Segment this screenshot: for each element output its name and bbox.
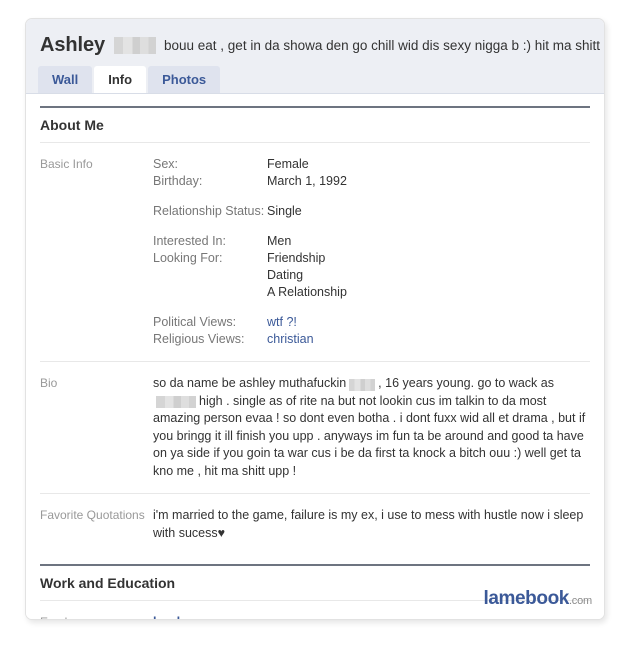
employer-name-link[interactable]: hardees	[153, 614, 590, 619]
profile-body: About Me Basic Info Sex: Female Birthday…	[26, 106, 604, 619]
field-label-relationship-status: Relationship Status:	[153, 204, 265, 218]
field-value-looking-for: Friendship	[267, 251, 326, 265]
field-label-looking-for: Looking For:	[153, 251, 223, 265]
field-value-looking-for-relationship: A Relationship	[267, 285, 347, 299]
row-label-favorite-quotations: Favorite Quotations	[40, 508, 145, 522]
field-birthday: Birthday: March 1, 1992	[153, 173, 590, 190]
bio-text: so da name be ashley muthafuckin , 16 yea…	[153, 375, 590, 480]
tab-photos[interactable]: Photos	[148, 66, 221, 93]
bio-text-part-1: so da name be ashley muthafuckin	[153, 376, 347, 390]
field-label-birthday: Birthday:	[153, 174, 203, 188]
profile-card: Ashley bouu eat , get in da showa den go…	[25, 18, 605, 620]
basic-info-fields: Sex: Female Birthday: March 1, 1992 Rela…	[153, 156, 590, 348]
tab-row: Wall Info Photos	[38, 66, 222, 93]
row-label-employers: Employers	[40, 614, 153, 619]
identity-line: Ashley bouu eat , get in da showa den go…	[26, 31, 604, 59]
field-value-interested-in: Men	[267, 234, 292, 248]
info-row-favorite-quotations: Favorite Quotations i'm married to the g…	[40, 493, 590, 555]
info-row-basic-info: Basic Info Sex: Female Birthday: March 1…	[40, 142, 590, 361]
field-label-sex: Sex:	[153, 157, 179, 171]
watermark-brand: lamebook	[483, 588, 569, 609]
row-label-basic-info: Basic Info	[40, 157, 93, 171]
employers-content: hardees front line	[153, 614, 590, 619]
field-sex: Sex: Female	[153, 156, 590, 173]
field-label-political-views: Political Views:	[153, 315, 237, 329]
profile-header: Ashley bouu eat , get in da showa den go…	[26, 19, 604, 94]
field-label-religious-views: Religious Views:	[153, 332, 245, 346]
field-relationship-status: Relationship Status: Single	[153, 203, 590, 220]
field-interested-in: Interested In: Men	[153, 233, 590, 250]
favorite-quotations-text: i'm married to the game, failure is my e…	[153, 508, 584, 540]
field-label-interested-in: Interested In:	[153, 234, 226, 248]
bio-content: so da name be ashley muthafuckin , 16 yea…	[153, 375, 590, 480]
tab-info[interactable]: Info	[94, 66, 147, 93]
row-label-bio: Bio	[40, 376, 58, 390]
bio-text-part-2: , 16 years young. go to wack as	[378, 376, 554, 390]
field-value-birthday: March 1, 1992	[267, 174, 347, 188]
favorite-quotations-content: i'm married to the game, failure is my e…	[153, 507, 590, 542]
lamebook-watermark: lamebook.com	[483, 588, 592, 610]
status-text: bouu eat , get in da showa den go chill …	[164, 37, 604, 53]
field-political-views: Political Views: wtf ?!	[153, 314, 590, 331]
redaction-block-bio-2	[156, 396, 196, 409]
field-looking-for-extra-2: A Relationship	[153, 284, 590, 301]
field-value-political-views[interactable]: wtf ?!	[267, 314, 297, 331]
field-looking-for-extra-1: Dating	[153, 267, 590, 284]
bio-text-part-3: high . single as of rite na but not look…	[153, 393, 586, 478]
field-value-sex: Female	[267, 157, 309, 171]
field-value-looking-for-dating: Dating	[267, 268, 304, 282]
redaction-block-bio-1	[349, 378, 376, 391]
field-looking-for: Looking For: Friendship	[153, 250, 590, 267]
tab-wall[interactable]: Wall	[38, 66, 93, 93]
redaction-block-name	[114, 36, 156, 54]
field-value-religious-views[interactable]: christian	[267, 331, 314, 348]
info-row-bio: Bio so da name be ashley muthafuckin , 16…	[40, 361, 590, 493]
field-value-relationship-status: Single	[267, 204, 302, 218]
section-heading-about-me: About Me	[40, 106, 590, 142]
page-title: Ashley	[40, 33, 105, 56]
field-religious-views: Religious Views: christian	[153, 331, 590, 348]
watermark-tld: .com	[568, 595, 592, 607]
